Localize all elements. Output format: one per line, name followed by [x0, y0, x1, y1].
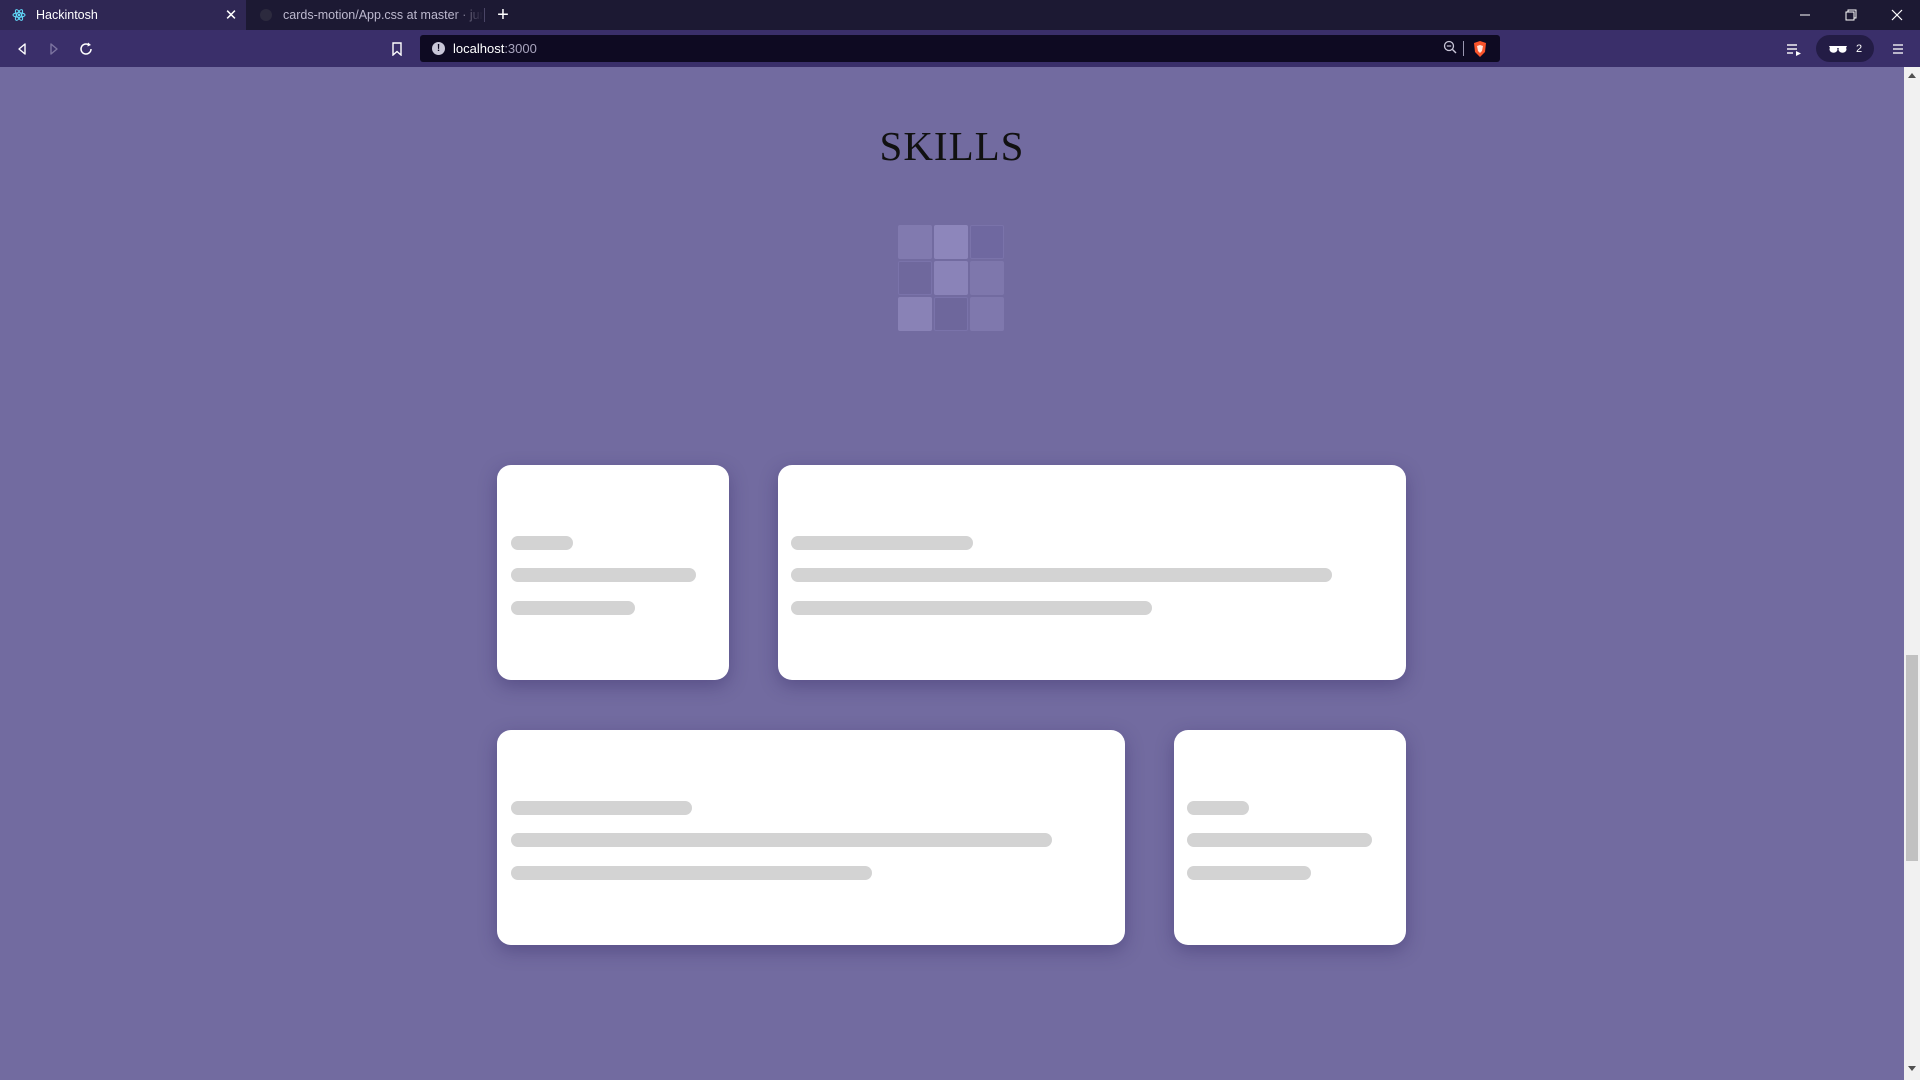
zoom-out-icon[interactable]	[1443, 40, 1458, 60]
skill-card[interactable]	[497, 465, 729, 680]
hamburger-menu-icon	[1893, 43, 1903, 54]
skeleton-line	[511, 833, 1052, 847]
skeleton-line	[511, 601, 635, 615]
tab-title: Hackintosh	[36, 8, 98, 22]
skeleton-line	[511, 866, 872, 880]
close-window-button[interactable]	[1874, 0, 1920, 30]
reload-button[interactable]	[72, 30, 100, 67]
brave-shields-icon[interactable]	[1472, 40, 1488, 63]
tab-github[interactable]: cards-motion/App.css at master · junior	[247, 0, 483, 30]
address-bar[interactable]: ! localhost:3000	[420, 35, 1500, 62]
url-text[interactable]: localhost:3000	[453, 41, 537, 56]
skill-card[interactable]	[497, 730, 1125, 945]
scroll-down-icon[interactable]	[1904, 1062, 1920, 1076]
bookmark-icon	[392, 41, 402, 56]
github-icon	[259, 8, 273, 22]
page-title: SKILLS	[879, 123, 1025, 169]
tab-hackintosh[interactable]: Hackintosh ✕	[0, 0, 246, 30]
skeleton-line	[511, 568, 696, 582]
url-host: localhost	[453, 41, 505, 56]
sunglasses-icon	[1828, 45, 1847, 53]
skill-card[interactable]	[1174, 730, 1406, 945]
extension-button[interactable]: 2	[1816, 35, 1874, 62]
back-button[interactable]	[8, 30, 36, 67]
extension-badge-count: 2	[1855, 42, 1863, 55]
bookmark-button[interactable]	[383, 30, 411, 67]
skeleton-line	[511, 801, 692, 815]
react-icon	[12, 8, 26, 22]
skills-grid-icon	[898, 225, 1006, 333]
reload-icon	[80, 42, 92, 55]
tab-strip: Hackintosh ✕ cards-motion/App.css at mas…	[0, 0, 1920, 30]
back-icon	[18, 42, 26, 55]
url-divider	[1463, 41, 1464, 56]
scroll-up-icon[interactable]	[1904, 68, 1920, 82]
skeleton-line	[791, 536, 973, 550]
skeleton-line	[511, 536, 573, 550]
info-icon[interactable]: !	[432, 42, 445, 55]
skeleton-line	[791, 568, 1332, 582]
minimize-button[interactable]	[1782, 0, 1828, 30]
scrollbar-thumb[interactable]	[1906, 655, 1918, 861]
scrollbar-track[interactable]	[1904, 67, 1920, 1080]
new-tab-button[interactable]: +	[490, 0, 516, 30]
skeleton-line	[791, 601, 1152, 615]
url-port: :3000	[504, 41, 537, 56]
tab-close-icon[interactable]: ✕	[216, 6, 246, 24]
tab-divider	[484, 8, 485, 22]
skeleton-line	[1187, 801, 1249, 815]
main-menu-button[interactable]	[1884, 30, 1912, 67]
playlist-button[interactable]	[1780, 30, 1808, 67]
skeleton-line	[1187, 833, 1372, 847]
forward-button[interactable]	[40, 30, 68, 67]
browser-toolbar: ! localhost:3000 2	[0, 30, 1920, 67]
tab-title: cards-motion/App.css at master · junior	[283, 8, 483, 22]
forward-icon	[50, 42, 58, 55]
skill-card[interactable]	[778, 465, 1406, 680]
skeleton-line	[1187, 866, 1311, 880]
playlist-icon	[1787, 43, 1801, 56]
restore-button[interactable]	[1828, 0, 1874, 30]
